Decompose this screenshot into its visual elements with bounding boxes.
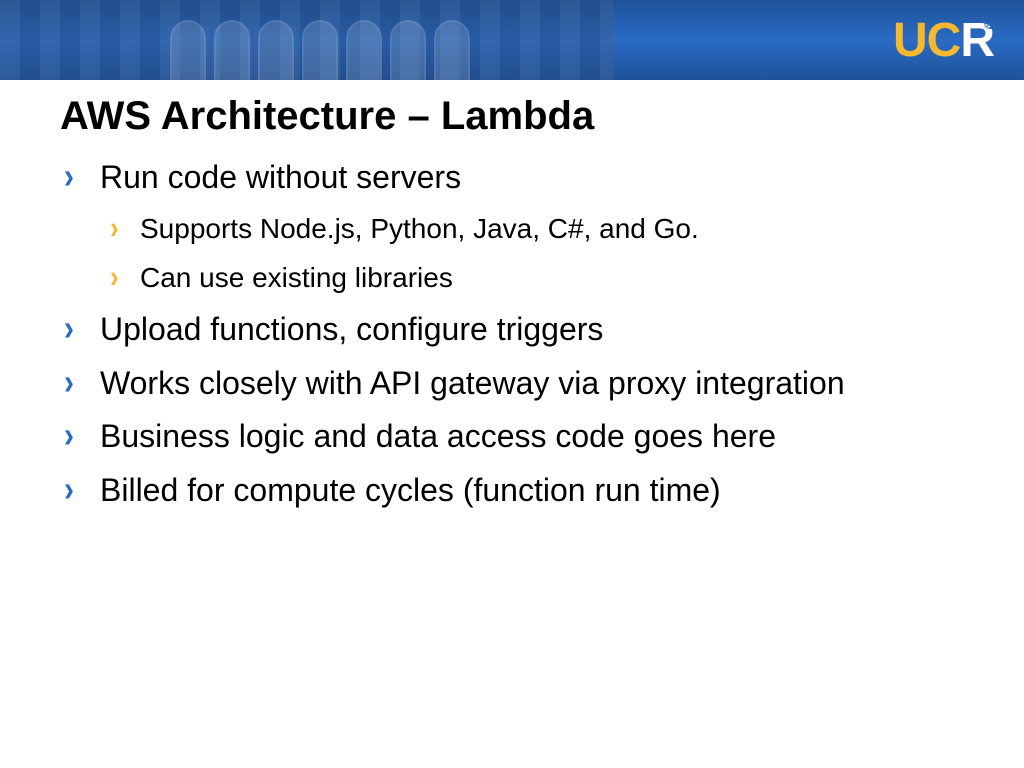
list-item: Upload functions, configure triggers <box>94 309 964 351</box>
bullet-text: Upload functions, configure triggers <box>100 311 603 347</box>
list-item: Billed for compute cycles (function run … <box>94 470 964 512</box>
list-item: Supports Node.js, Python, Java, C#, and … <box>138 209 964 248</box>
sub-bullet-list: Supports Node.js, Python, Java, C#, and … <box>100 209 964 297</box>
bullet-list: Run code without servers Supports Node.j… <box>60 157 964 511</box>
bullet-text: Works closely with API gateway via proxy… <box>100 365 845 401</box>
slide-content: AWS Architecture – Lambda Run code witho… <box>0 80 1024 511</box>
bullet-text: Business logic and data access code goes… <box>100 418 776 454</box>
slide-title: AWS Architecture – Lambda <box>60 94 964 139</box>
list-item: Can use existing libraries <box>138 258 964 297</box>
header-banner: UCR <box>0 0 1024 80</box>
logo-uc: UC <box>893 13 960 68</box>
banner-arches <box>170 0 470 80</box>
list-item: Run code without servers Supports Node.j… <box>94 157 964 297</box>
bullet-text: Run code without servers <box>100 159 461 195</box>
sub-bullet-text: Can use existing libraries <box>140 262 453 293</box>
sub-bullet-text: Supports Node.js, Python, Java, C#, and … <box>140 213 699 244</box>
list-item: Business logic and data access code goes… <box>94 416 964 458</box>
logo-r: R <box>960 13 994 68</box>
bullet-text: Billed for compute cycles (function run … <box>100 472 721 508</box>
ucr-logo: UCR <box>893 13 994 68</box>
list-item: Works closely with API gateway via proxy… <box>94 363 964 405</box>
